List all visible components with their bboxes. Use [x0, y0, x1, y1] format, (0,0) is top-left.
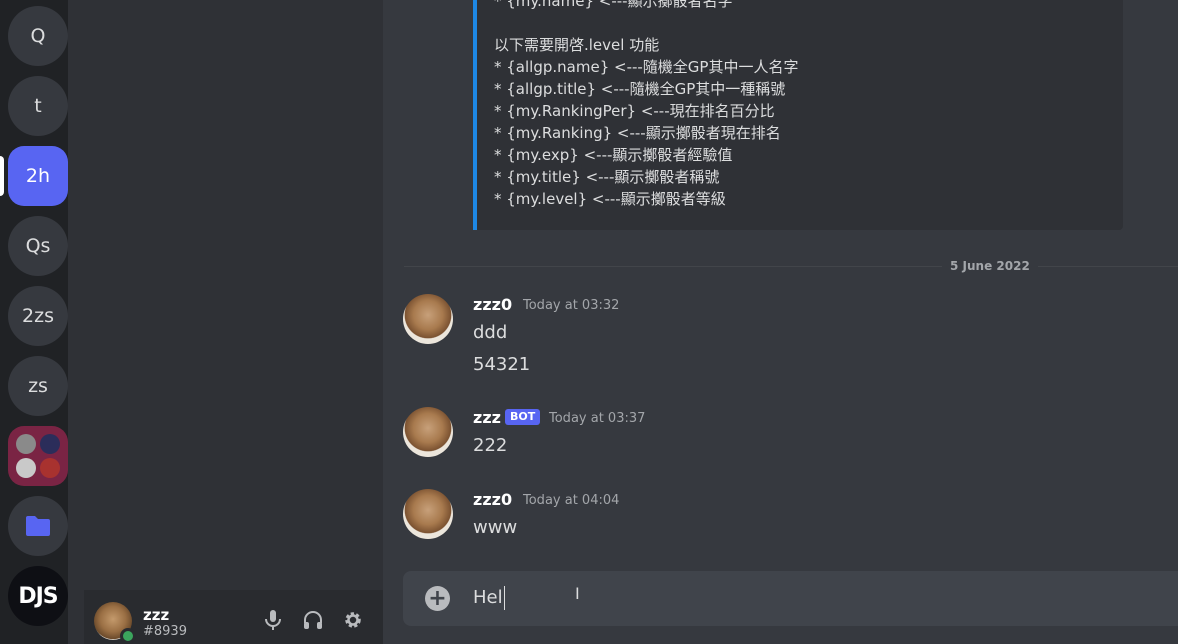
user-tag: #8939	[143, 624, 187, 639]
message-author[interactable]: zzz0	[473, 295, 512, 314]
embed-line: * {my.title} <---顯示擲骰者稱號	[494, 168, 720, 186]
channel-sidebar	[76, 0, 383, 644]
server-icon-2zs[interactable]: 2zs	[8, 286, 68, 346]
server-icon-zs[interactable]: zs	[8, 356, 68, 416]
embed-line: 以下需要開啓.level 功能	[494, 36, 660, 54]
embed-line: * {my.RankingPer} <---現在排名百分比	[494, 102, 775, 120]
username[interactable]: zzz	[143, 606, 169, 624]
message-author[interactable]: zzz	[473, 408, 501, 427]
message-input[interactable]: Hel	[473, 586, 505, 610]
server-rail: Q t 2h Qs 2zs zs DJS	[0, 0, 76, 644]
server-icon-qs[interactable]: Qs	[8, 216, 68, 276]
server-icon-t[interactable]: t	[8, 76, 68, 136]
server-icon-2h[interactable]: 2h	[8, 146, 68, 206]
embed-line: * {allgp.name} <---隨機全GP其中一人名字	[494, 58, 799, 76]
message-input-box[interactable]: + Hel I	[403, 571, 1178, 626]
folder-glyph-icon	[26, 516, 50, 536]
message-text: ddd	[473, 322, 508, 343]
folder-icon[interactable]	[8, 496, 68, 556]
microphone-icon[interactable]	[261, 608, 285, 632]
mini-server-icon	[40, 434, 60, 454]
avatar[interactable]	[403, 489, 453, 539]
headphones-icon[interactable]	[301, 608, 325, 632]
chat-area: * {my.name} <---顯示擲骰者名字 以下需要開啓.level 功能 …	[383, 0, 1178, 644]
message-author[interactable]: zzz0	[473, 490, 512, 509]
mini-server-icon	[16, 458, 36, 478]
settings-gear-icon[interactable]	[341, 608, 365, 632]
avatar[interactable]	[403, 407, 453, 457]
bot-embed: * {my.name} <---顯示擲骰者名字 以下需要開啓.level 功能 …	[473, 0, 1123, 230]
mini-server-icon	[40, 458, 60, 478]
server-folder-group-icon[interactable]	[8, 426, 68, 486]
text-cursor-icon: I	[575, 584, 580, 603]
avatar[interactable]	[403, 294, 453, 344]
bot-badge: BOT	[505, 409, 541, 425]
online-status-indicator	[120, 628, 136, 644]
server-icon-djs[interactable]: DJS	[8, 566, 68, 626]
message-text: 54321	[473, 354, 531, 375]
date-divider-line	[404, 266, 1178, 267]
message-timestamp: Today at 03:32	[523, 298, 620, 313]
message-text: 222	[473, 435, 508, 456]
server-icon-q[interactable]: Q	[8, 6, 68, 66]
user-panel: zzz #8939	[84, 590, 383, 644]
message-timestamp: Today at 03:37	[549, 411, 646, 426]
embed-line: * {my.exp} <---顯示擲骰者經驗值	[494, 146, 733, 164]
embed-line	[494, 12, 1123, 34]
active-server-indicator	[0, 156, 4, 196]
embed-line: * {allgp.title} <---隨機全GP其中一種稱號	[494, 80, 786, 98]
message-text: www	[473, 517, 518, 538]
add-attachment-icon[interactable]: +	[425, 586, 450, 611]
message-timestamp: Today at 04:04	[523, 493, 620, 508]
embed-line: * {my.name} <---顯示擲骰者名字	[494, 0, 733, 10]
mini-server-icon	[16, 434, 36, 454]
embed-line: * {my.level} <---顯示擲骰者等級	[494, 190, 726, 208]
date-divider-label: 5 June 2022	[942, 259, 1038, 273]
embed-line: * {my.Ranking} <---顯示擲骰者現在排名	[494, 124, 781, 142]
